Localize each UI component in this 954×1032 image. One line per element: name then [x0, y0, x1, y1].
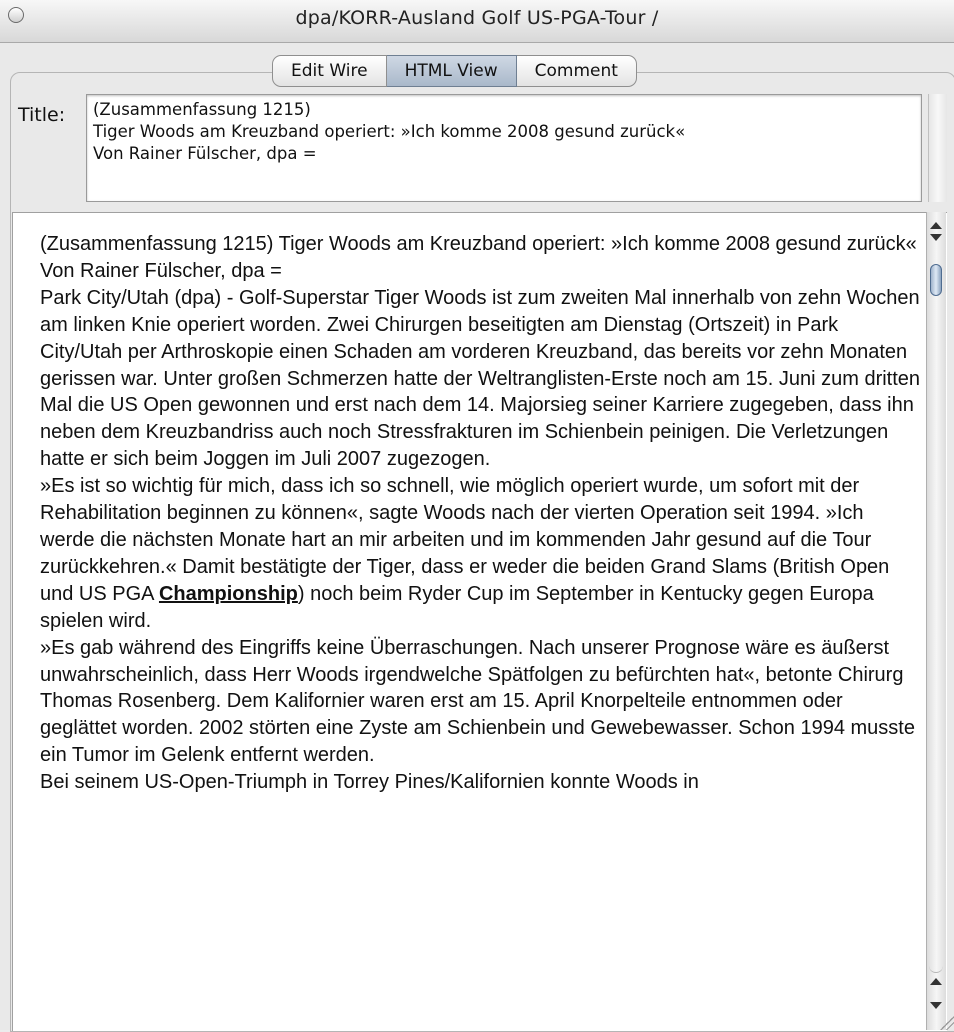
html-view-pane[interactable]: (Zusammenfassung 1215) Tiger Woods am Kr…: [12, 212, 947, 1031]
scroll-track-end: [929, 958, 943, 973]
title-label: Title:: [18, 104, 66, 126]
article-paragraph: Bei seinem US-Open-Triumph in Torrey Pin…: [40, 771, 699, 794]
vertical-scrollbar[interactable]: [926, 212, 946, 1030]
article-paragraph: Park City/Utah (dpa) - Golf-Superstar Ti…: [40, 286, 921, 471]
championship-link[interactable]: Championship: [159, 583, 298, 605]
scroll-down-icon[interactable]: [930, 1002, 942, 1009]
window-titlebar[interactable]: dpa/KORR-Ausland Golf US-PGA-Tour /: [0, 0, 954, 43]
article-paragraph: »Es gab während des Eingriffs keine Über…: [40, 636, 915, 767]
title-field[interactable]: (Zusammenfassung 1215) Tiger Woods am Kr…: [86, 94, 922, 202]
scroll-up-icon[interactable]: [930, 978, 942, 985]
scroll-thumb[interactable]: [930, 264, 942, 296]
tab-bar: Edit Wire HTML View Comment: [272, 55, 637, 87]
tab-comment[interactable]: Comment: [516, 55, 637, 87]
scroll-down-icon[interactable]: [930, 234, 942, 241]
article-paragraph: (Zusammenfassung 1215) Tiger Woods am Kr…: [40, 233, 917, 282]
article-paragraph: »Es ist so wichtig für mich, dass ich so…: [40, 473, 922, 634]
app-window: dpa/KORR-Ausland Golf US-PGA-Tour / Edit…: [0, 0, 954, 1032]
scroll-up-icon[interactable]: [930, 222, 942, 229]
tab-html-view[interactable]: HTML View: [386, 55, 517, 87]
title-scrollbar[interactable]: [928, 94, 947, 202]
window-title: dpa/KORR-Ausland Golf US-PGA-Tour /: [295, 7, 659, 29]
tab-edit-wire[interactable]: Edit Wire: [272, 55, 387, 87]
resize-grip-icon[interactable]: [940, 1016, 954, 1030]
article-body: (Zusammenfassung 1215) Tiger Woods am Kr…: [40, 231, 922, 796]
